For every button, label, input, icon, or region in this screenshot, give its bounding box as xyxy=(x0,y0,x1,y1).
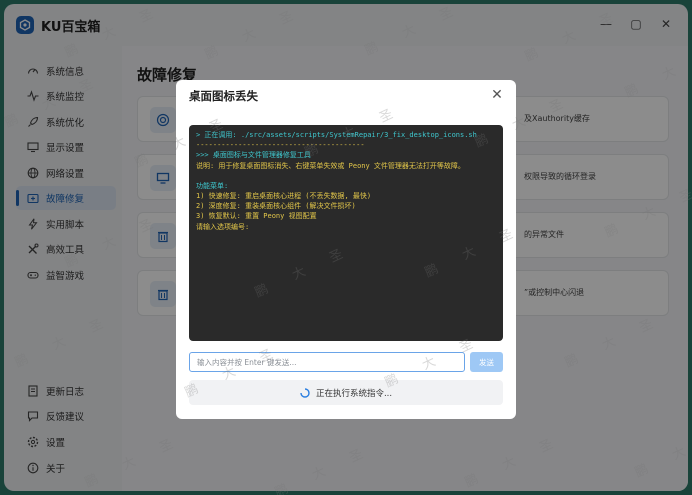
terminal-line: 功能菜单: xyxy=(196,181,229,190)
repair-dialog: 桌面图标丢失 ✕ > 正在调用: ./src/assets/scripts/Sy… xyxy=(176,80,516,419)
command-input[interactable] xyxy=(189,352,465,372)
terminal-line: 3) 恢复默认: 重置 Peony 视图配置 xyxy=(196,212,317,221)
terminal-line: 请输入选项编号: xyxy=(196,222,250,231)
terminal-line: > 正在调用: ./src/assets/scripts/SystemRepai… xyxy=(196,131,477,139)
status-bar: 正在执行系统指令... xyxy=(189,380,503,405)
dialog-title: 桌面图标丢失 xyxy=(189,89,258,103)
terminal-line: 说明: 用于修复桌面图标消失、右键菜单失效或 Peony 文件管理器无法打开等故… xyxy=(196,161,465,170)
terminal-output: > 正在调用: ./src/assets/scripts/SystemRepai… xyxy=(189,125,503,341)
status-text: 正在执行系统指令... xyxy=(315,388,393,399)
close-icon[interactable]: ✕ xyxy=(490,88,504,102)
terminal-line: >>> 桌面图标与文件管理器修复工具 xyxy=(196,151,311,160)
send-button[interactable]: 发送 xyxy=(470,352,503,372)
spinner-icon xyxy=(300,387,310,398)
terminal-line: 2) 深度修复: 重装桌面核心组件 (解决文件损坏) xyxy=(196,202,356,211)
terminal-line: 1) 快速修复: 重启桌面核心进程 (不丢失数据, 最快) xyxy=(196,192,372,201)
command-input-row: 发送 xyxy=(189,352,503,372)
terminal-line: ---------------------------------------- xyxy=(196,141,365,150)
